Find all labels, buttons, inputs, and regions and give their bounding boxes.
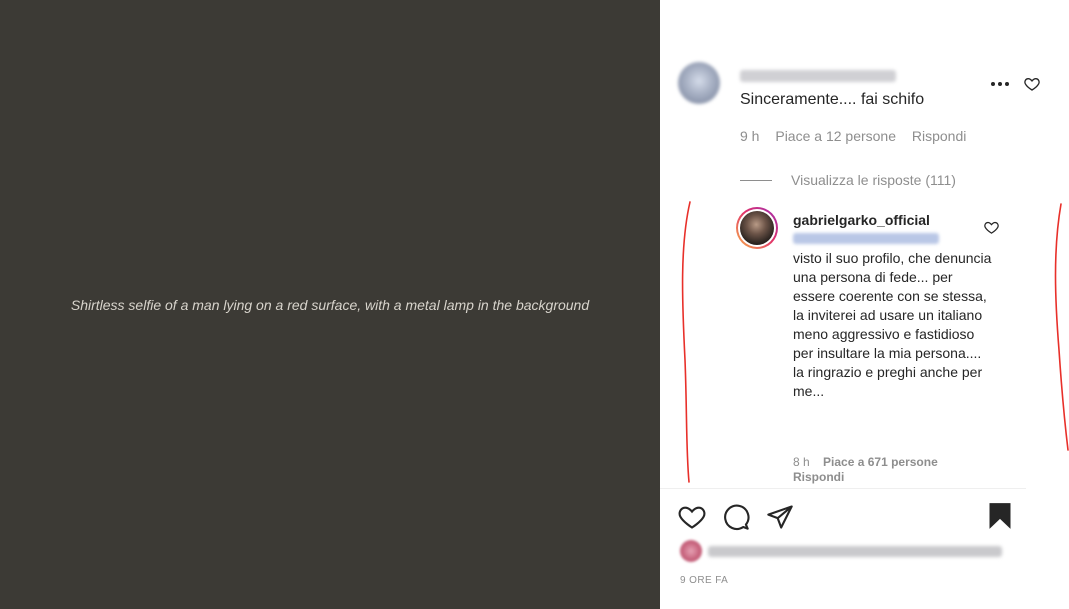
replies-divider-line bbox=[740, 180, 772, 181]
reply-like-heart-icon[interactable] bbox=[984, 220, 999, 235]
heart-icon[interactable] bbox=[678, 503, 706, 531]
reply-time: 8 h bbox=[793, 455, 810, 469]
view-replies-link[interactable]: Visualizza le risposte (111) bbox=[791, 172, 956, 188]
actions-divider bbox=[660, 488, 1026, 489]
post-timestamp: 9 ORE FA bbox=[680, 575, 729, 586]
reply-mention-redacted bbox=[793, 233, 939, 244]
likes-avatar-redacted bbox=[680, 540, 702, 562]
reply-likes-link[interactable]: Piace a 671 persone bbox=[823, 455, 938, 469]
post-photo-note: Shirtless selfie of a man lying on a red… bbox=[70, 296, 590, 313]
comment-meta: 9 h Piace a 12 persone Rispondi bbox=[740, 128, 978, 144]
comment-likes-link[interactable]: Piace a 12 persone bbox=[775, 128, 896, 144]
commenter-avatar[interactable] bbox=[678, 62, 720, 104]
post-photo: Shirtless selfie of a man lying on a red… bbox=[0, 0, 660, 609]
comment-time: 9 h bbox=[740, 128, 760, 144]
comment-icon[interactable] bbox=[722, 503, 750, 531]
comment-reply-link[interactable]: Rispondi bbox=[912, 128, 966, 144]
comment-like-heart-icon[interactable] bbox=[1024, 76, 1040, 92]
reply-meta: 8 h Piace a 671 persone Rispondi bbox=[793, 455, 983, 485]
reply-text: visto il suo profilo, che denuncia una p… bbox=[793, 250, 992, 399]
comment-text: Sinceramente.... fai schifo bbox=[740, 91, 925, 108]
reply-username[interactable]: gabrielgarko_official bbox=[793, 212, 930, 228]
reply-avatar[interactable] bbox=[736, 207, 778, 249]
comments-panel: Sinceramente.... fai schifo 9 h Piace a … bbox=[660, 0, 1069, 609]
likes-summary-redacted bbox=[708, 546, 1002, 557]
reply-reply-link[interactable]: Rispondi bbox=[793, 470, 844, 484]
bookmark-icon[interactable] bbox=[986, 502, 1014, 530]
more-options-icon[interactable] bbox=[989, 76, 1011, 92]
commenter-username-redacted bbox=[740, 70, 896, 82]
share-icon[interactable] bbox=[766, 503, 794, 531]
